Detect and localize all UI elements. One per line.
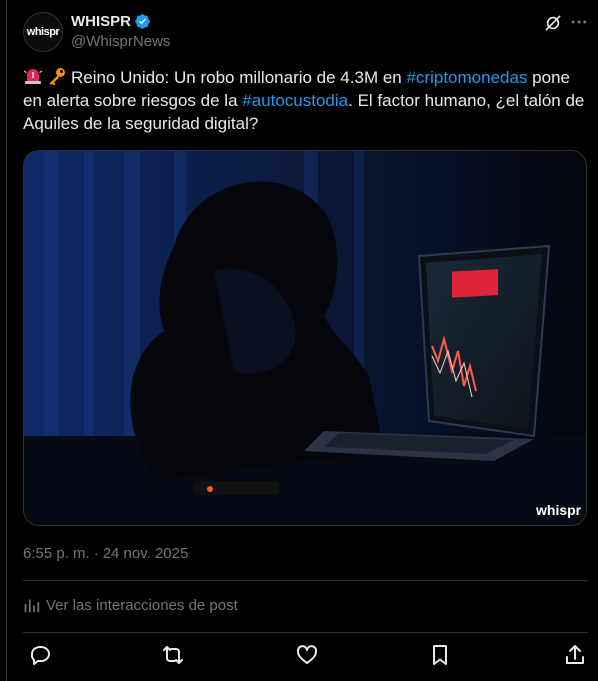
verified-badge-icon: [135, 14, 150, 29]
divider: [23, 632, 588, 633]
share-icon[interactable]: [563, 643, 587, 667]
author-name-row[interactable]: WHISPR: [71, 13, 151, 30]
timestamp-separator: ·: [93, 545, 99, 562]
timestamp-time: 6:55 p. m.: [23, 545, 90, 562]
avatar-logo-text: whispr: [26, 26, 60, 38]
author-handle[interactable]: @WhisprNews: [71, 33, 170, 50]
analytics-icon: [24, 599, 40, 613]
tweet-text: Reino Unido: Un robo millonario de 4.3M …: [23, 66, 591, 135]
rotating-light-icon: [23, 69, 43, 84]
action-bar: [23, 643, 593, 669]
bookmark-icon[interactable]: [428, 643, 452, 667]
key-icon: [49, 68, 65, 86]
grok-icon[interactable]: [543, 13, 563, 33]
view-interactions-link[interactable]: Ver las interacciones de post: [23, 597, 238, 614]
reply-icon[interactable]: [28, 643, 52, 667]
retweet-icon[interactable]: [161, 643, 185, 667]
hashtag-autocustodia-link[interactable]: #autocustodia: [242, 91, 348, 110]
like-icon[interactable]: [295, 643, 319, 667]
tweet-timestamp[interactable]: 6:55 p. m. · 24 nov. 2025: [23, 545, 188, 562]
media-watermark: whispr: [535, 502, 582, 518]
hashtag-criptomonedas-link[interactable]: #criptomonedas: [406, 68, 527, 87]
avatar[interactable]: whispr: [23, 12, 63, 52]
column-border: [6, 0, 7, 681]
divider: [23, 580, 588, 581]
timestamp-date: 24 nov. 2025: [102, 545, 189, 562]
tweet-media-image[interactable]: whispr: [23, 150, 587, 526]
media-illustration: whispr: [24, 151, 586, 525]
author-display-name[interactable]: WHISPR: [71, 13, 131, 30]
view-interactions-label: Ver las interacciones de post: [46, 597, 238, 614]
more-icon[interactable]: [569, 12, 589, 32]
tweet-text-part-1: Reino Unido: Un robo millonario de 4.3M …: [71, 68, 407, 87]
